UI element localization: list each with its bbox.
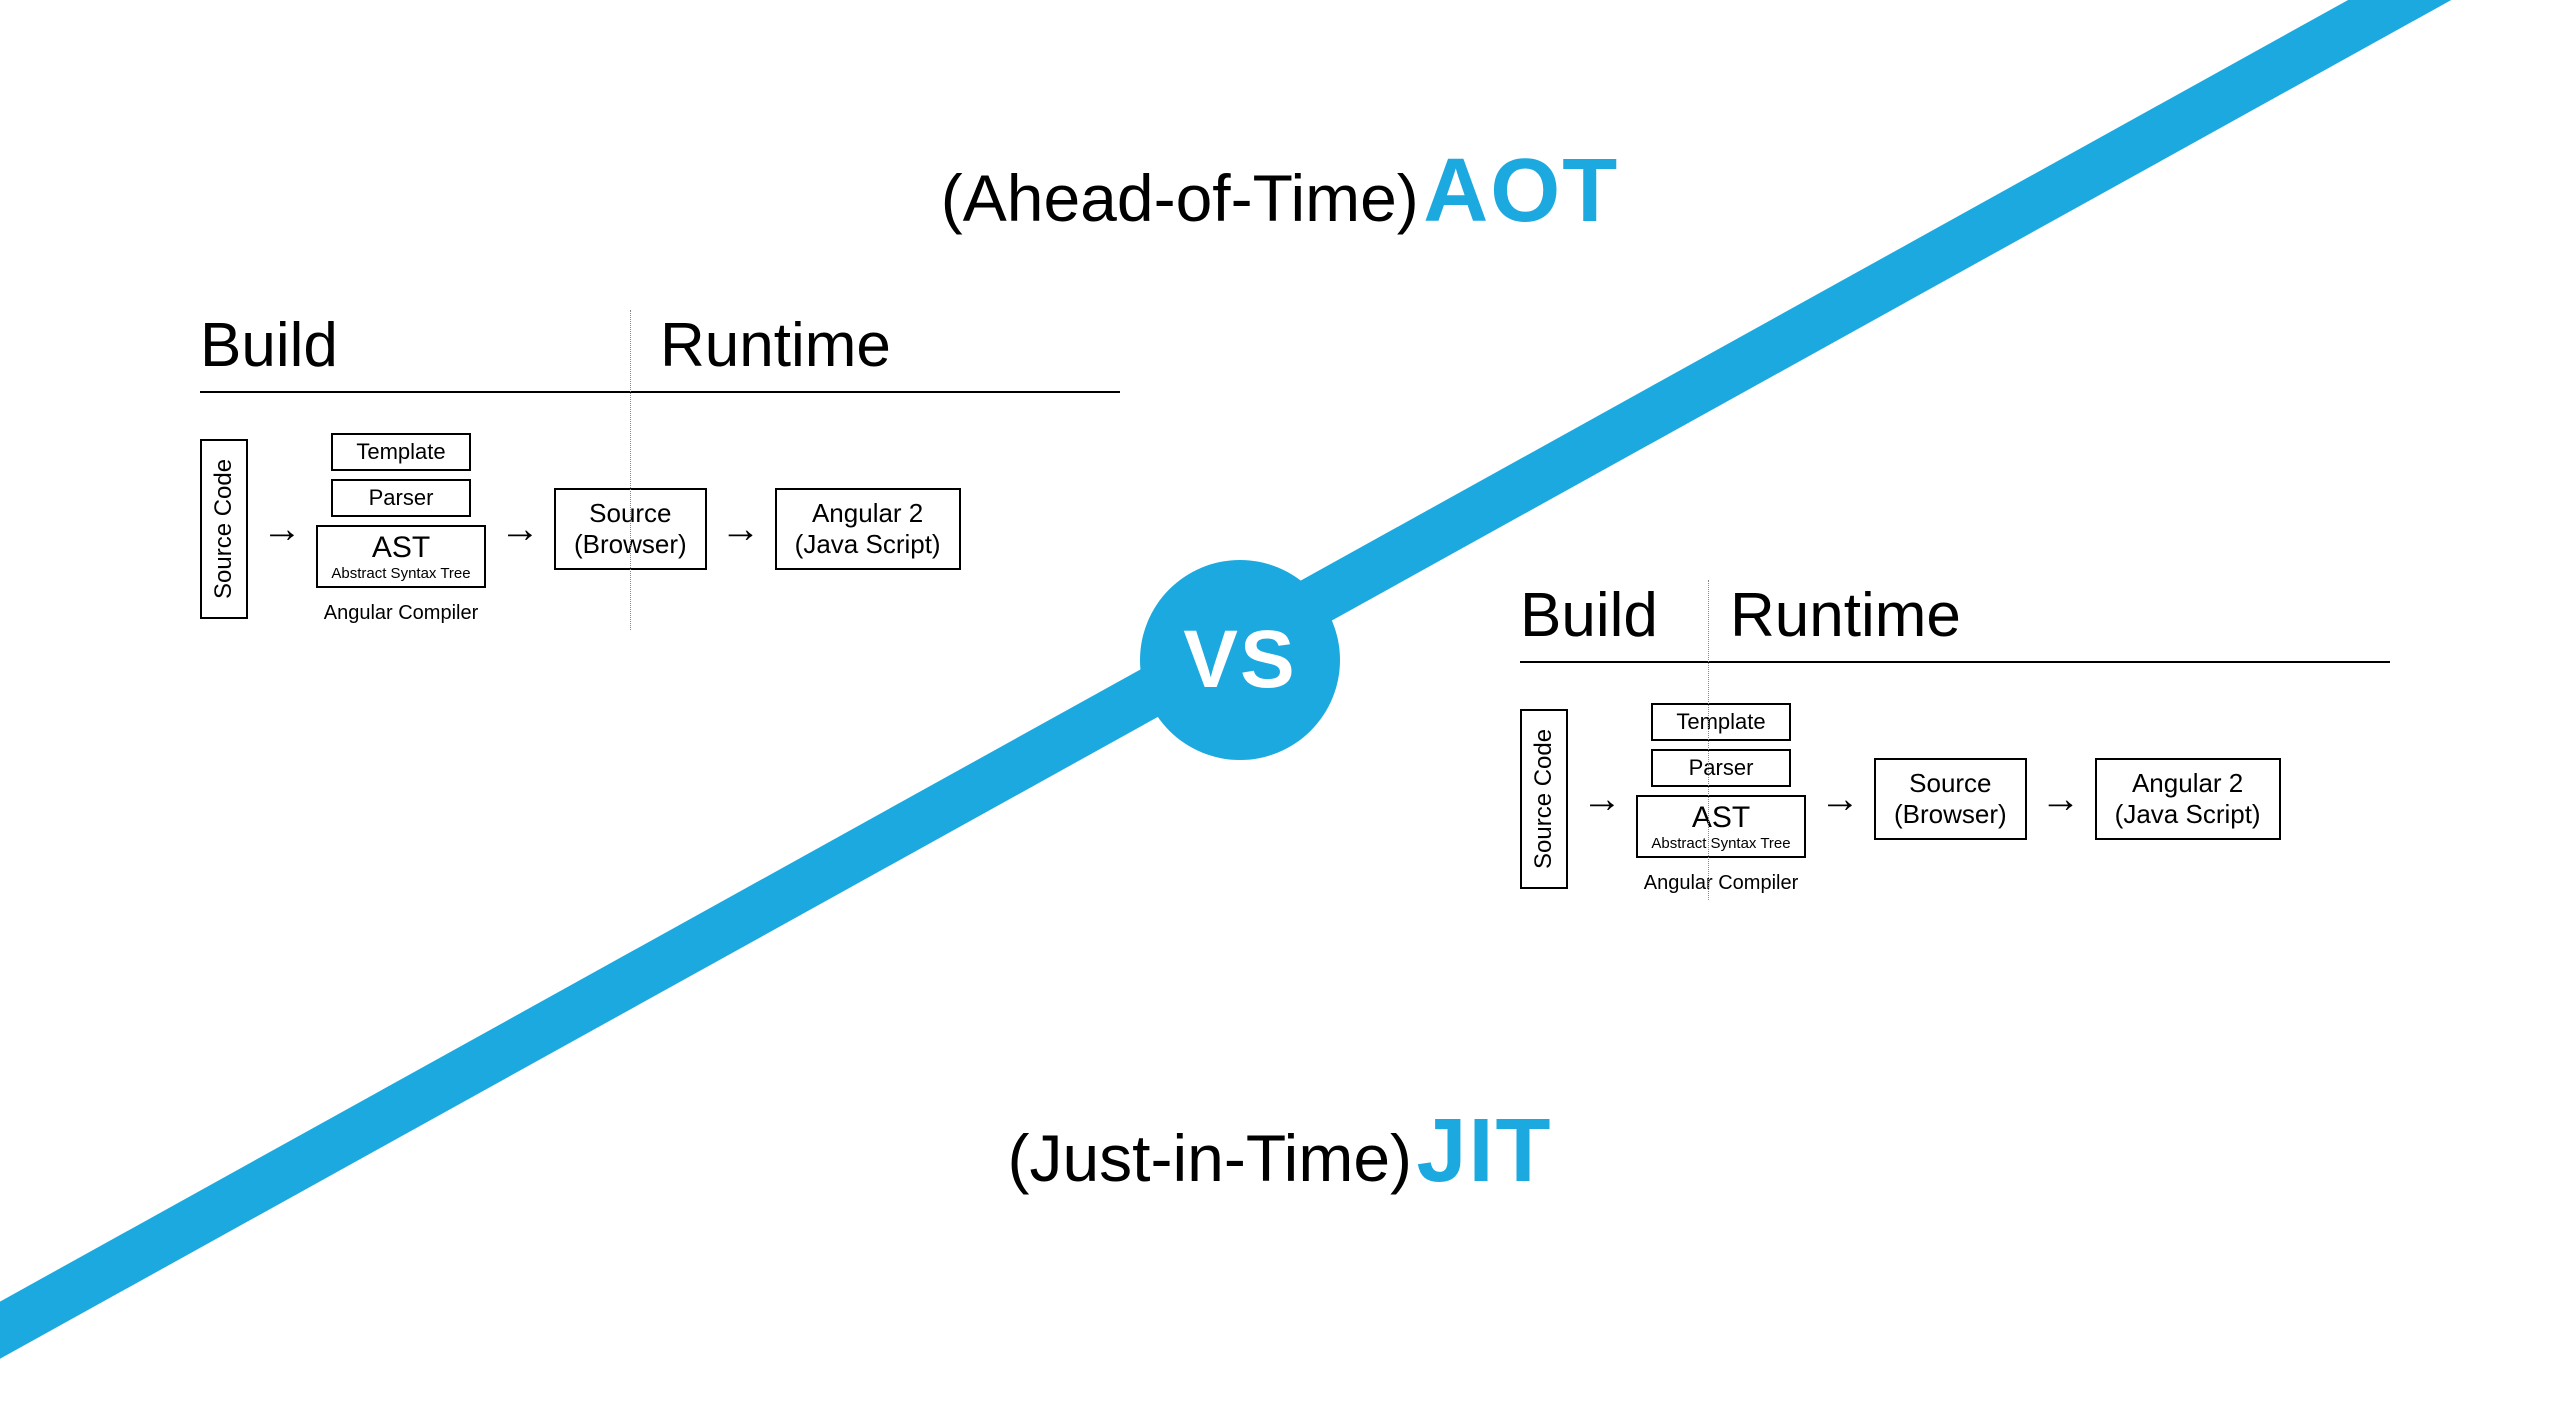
jit-ast-full: Abstract Syntax Tree	[1646, 835, 1796, 852]
jit-source-browser-l2: (Browser)	[1894, 799, 2007, 830]
aot-angular-l1: Angular 2	[795, 498, 941, 529]
jit-ast-label: AST	[1646, 801, 1796, 835]
jit-runtime-label: Runtime	[1700, 580, 2390, 661]
aot-parser-box: Parser	[331, 479, 471, 517]
aot-ast-full: Abstract Syntax Tree	[326, 565, 476, 582]
aot-title: (Ahead-of-Time) AOT	[0, 140, 2560, 243]
arrow-icon: →	[1582, 777, 1622, 822]
aot-angular-box: Angular 2 (Java Script)	[775, 488, 961, 570]
aot-title-paren: (Ahead-of-Time)	[941, 161, 1419, 235]
aot-flow: Source Code → Template Parser AST Abstra…	[200, 433, 1120, 625]
arrow-icon: →	[2041, 777, 2081, 822]
aot-title-abbr: AOT	[1423, 141, 1619, 241]
jit-title-paren: (Just-in-Time)	[1007, 1121, 1412, 1195]
jit-build-label: Build	[1520, 580, 1700, 661]
arrow-icon: →	[262, 507, 302, 552]
arrow-icon: →	[721, 507, 761, 552]
aot-ast-label: AST	[326, 531, 476, 565]
aot-phase-header: Build Runtime	[200, 310, 1120, 393]
jit-compiler-stack: Template Parser AST Abstract Syntax Tree…	[1636, 703, 1806, 895]
jit-phase-divider	[1708, 580, 1709, 900]
aot-compiler-stack: Template Parser AST Abstract Syntax Tree…	[316, 433, 486, 625]
aot-template-box: Template	[331, 433, 471, 471]
aot-source-code-box: Source Code	[200, 439, 248, 619]
aot-compiler-caption: Angular Compiler	[324, 602, 479, 625]
aot-build-label: Build	[200, 310, 620, 391]
vs-text: VS	[1183, 613, 1296, 707]
jit-parser-box: Parser	[1651, 749, 1791, 787]
jit-angular-l2: (Java Script)	[2115, 799, 2261, 830]
jit-template-box: Template	[1651, 703, 1791, 741]
aot-diagram: Build Runtime Source Code → Template Par…	[200, 310, 1120, 625]
aot-runtime-label: Runtime	[620, 310, 1120, 391]
jit-angular-l1: Angular 2	[2115, 768, 2261, 799]
aot-phase-divider	[630, 310, 631, 630]
jit-diagram: Build Runtime Source Code → Template Par…	[1520, 580, 2390, 895]
jit-phase-header: Build Runtime	[1520, 580, 2390, 663]
jit-source-code-box: Source Code	[1520, 709, 1568, 889]
arrow-icon: →	[500, 507, 540, 552]
jit-source-browser-l1: Source	[1894, 768, 2007, 799]
vs-circle: VS	[1140, 560, 1340, 760]
jit-angular-box: Angular 2 (Java Script)	[2095, 758, 2281, 840]
jit-flow: Source Code → Template Parser AST Abstra…	[1520, 703, 2390, 895]
aot-ast-box: AST Abstract Syntax Tree	[316, 525, 486, 588]
jit-compiler-caption: Angular Compiler	[1644, 872, 1799, 895]
jit-source-browser-box: Source (Browser)	[1874, 758, 2027, 840]
jit-ast-box: AST Abstract Syntax Tree	[1636, 795, 1806, 858]
jit-title: (Just-in-Time) JIT	[0, 1100, 2560, 1203]
aot-angular-l2: (Java Script)	[795, 529, 941, 560]
jit-title-abbr: JIT	[1416, 1101, 1552, 1201]
arrow-icon: →	[1820, 777, 1860, 822]
